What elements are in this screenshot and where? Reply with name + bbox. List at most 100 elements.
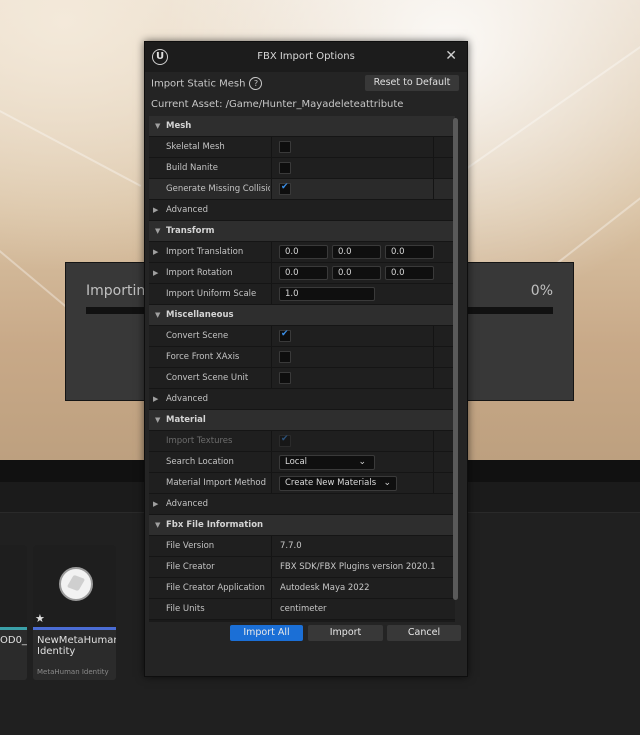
help-icon[interactable]: ? (249, 77, 263, 90)
asset-type-bar (0, 627, 27, 630)
column-divider (271, 347, 272, 367)
asset-card[interactable]: OD0_ (0, 545, 27, 680)
search-location-dropdown[interactable]: Local ⌄ (279, 455, 375, 470)
file-creator-value: FBX SDK/FBX Plugins version 2020.1 (280, 562, 436, 572)
option-row: Force Front XAxis (149, 347, 455, 368)
build-nanite-checkbox[interactable] (279, 162, 291, 174)
progress-percent: 0% (530, 283, 553, 299)
import-button[interactable]: Import (308, 625, 383, 641)
option-label: Import Translation (166, 247, 244, 257)
options-scrollbar[interactable] (453, 118, 458, 600)
option-label: Search Location (166, 457, 234, 467)
asset-name: OD0_ (0, 635, 27, 646)
option-row: ▶ Import Rotation 0.0 0.0 0.0 (149, 263, 455, 284)
translation-z-input[interactable]: 0.0 (385, 245, 434, 259)
current-asset-label: Current Asset: (151, 99, 223, 110)
rotation-y-input[interactable]: 0.0 (332, 266, 381, 280)
fbx-import-dialog: U FBX Import Options ✕ Import Static Mes… (144, 41, 468, 677)
import-all-button[interactable]: Import All (230, 625, 303, 641)
asset-card[interactable]: ★ NewMetaHuman Identity MetaHuman Identi… (33, 545, 116, 680)
collapsed-caret-icon[interactable]: ▶ (153, 263, 158, 283)
cancel-button[interactable]: Cancel (387, 625, 461, 641)
column-divider (271, 431, 272, 451)
column-divider (271, 578, 272, 598)
current-asset-value: /Game/Hunter_Mayadeleteattribute (225, 99, 404, 110)
rotation-x-input[interactable]: 0.0 (279, 266, 328, 280)
expanded-caret-icon: ▼ (155, 521, 161, 529)
convert-scene-checkbox[interactable] (279, 329, 291, 342)
section-mesh[interactable]: ▼ Mesh (149, 116, 455, 137)
column-divider (433, 158, 434, 178)
option-row: Convert Scene Unit (149, 368, 455, 389)
collapsed-caret-icon: ▶ (153, 395, 159, 403)
column-divider (271, 557, 272, 577)
section-material[interactable]: ▼ Material (149, 410, 455, 431)
close-button[interactable]: ✕ (445, 48, 457, 64)
option-label: Force Front XAxis (166, 352, 240, 362)
expanded-caret-icon: ▼ (155, 122, 161, 130)
chevron-down-icon: ⌄ (383, 478, 391, 488)
info-label: File Creator (166, 562, 215, 572)
asset-type: MetaHuman Identity (37, 668, 109, 676)
import-type-header: Import Static Mesh? (151, 77, 263, 90)
collapsed-caret-icon: ▶ (153, 206, 159, 214)
option-row: ▶ Import Translation 0.0 0.0 0.0 (149, 242, 455, 263)
rotation-z-input[interactable]: 0.0 (385, 266, 434, 280)
column-divider (271, 326, 272, 346)
column-divider (271, 158, 272, 178)
options-panel: ▼ Mesh Skeletal Mesh Build Nanite Genera… (149, 116, 455, 622)
option-row: Import Textures (149, 431, 455, 452)
column-divider (271, 368, 272, 388)
advanced-row[interactable]: ▶ Advanced (149, 389, 455, 410)
advanced-label: Advanced (166, 499, 208, 509)
advanced-row[interactable]: ▶ Advanced (149, 200, 455, 221)
dialog-title: FBX Import Options (257, 51, 355, 62)
dropdown-value: Create New Materials (285, 478, 377, 488)
option-label: Generate Missing Collision (166, 184, 270, 194)
dialog-titlebar[interactable]: U FBX Import Options ✕ (145, 42, 467, 72)
uniform-scale-input[interactable]: 1.0 (279, 287, 375, 301)
column-divider (271, 137, 272, 157)
column-divider (271, 242, 272, 262)
column-divider (271, 599, 272, 619)
section-title: Fbx File Information (166, 520, 264, 530)
section-title: Material (166, 415, 206, 425)
skeletal-mesh-checkbox[interactable] (279, 141, 291, 153)
option-label: Convert Scene Unit (166, 373, 249, 383)
option-row: Import Uniform Scale 1.0 (149, 284, 455, 305)
option-row: Generate Missing Collision (149, 179, 455, 200)
file-creator-application-value: Autodesk Maya 2022 (280, 583, 370, 593)
section-title: Transform (166, 226, 215, 236)
generate-missing-collision-checkbox[interactable] (279, 182, 291, 195)
translation-y-input[interactable]: 0.0 (332, 245, 381, 259)
advanced-label: Advanced (166, 394, 208, 404)
option-label: Convert Scene (166, 331, 229, 341)
convert-scene-unit-checkbox[interactable] (279, 372, 291, 384)
column-divider (433, 137, 434, 157)
column-divider (271, 473, 272, 493)
option-label: Build Nanite (166, 163, 218, 173)
collapsed-caret-icon: ▶ (153, 500, 159, 508)
column-divider (433, 347, 434, 367)
expanded-caret-icon: ▼ (155, 227, 161, 235)
info-label: File Creator Application (166, 583, 265, 593)
column-divider (271, 536, 272, 556)
section-title: Miscellaneous (166, 310, 234, 320)
asset-thumbnail: ★ (33, 545, 116, 627)
column-divider (433, 473, 434, 493)
section-transform[interactable]: ▼ Transform (149, 221, 455, 242)
section-title: Mesh (166, 121, 192, 131)
material-import-method-dropdown[interactable]: Create New Materials ⌄ (279, 476, 397, 491)
asset-thumbnail (0, 545, 27, 627)
option-row: Skeletal Mesh (149, 137, 455, 158)
reset-to-default-button[interactable]: Reset to Default (365, 75, 459, 91)
force-front-xaxis-checkbox[interactable] (279, 351, 291, 363)
info-label: File Units (166, 604, 205, 614)
collapsed-caret-icon[interactable]: ▶ (153, 242, 158, 262)
unsaved-star-icon: ★ (35, 612, 45, 625)
section-fbx-file-information[interactable]: ▼ Fbx File Information (149, 515, 455, 536)
advanced-row[interactable]: ▶ Advanced (149, 494, 455, 515)
section-miscellaneous[interactable]: ▼ Miscellaneous (149, 305, 455, 326)
translation-x-input[interactable]: 0.0 (279, 245, 328, 259)
file-version-value: 7.7.0 (280, 541, 302, 551)
